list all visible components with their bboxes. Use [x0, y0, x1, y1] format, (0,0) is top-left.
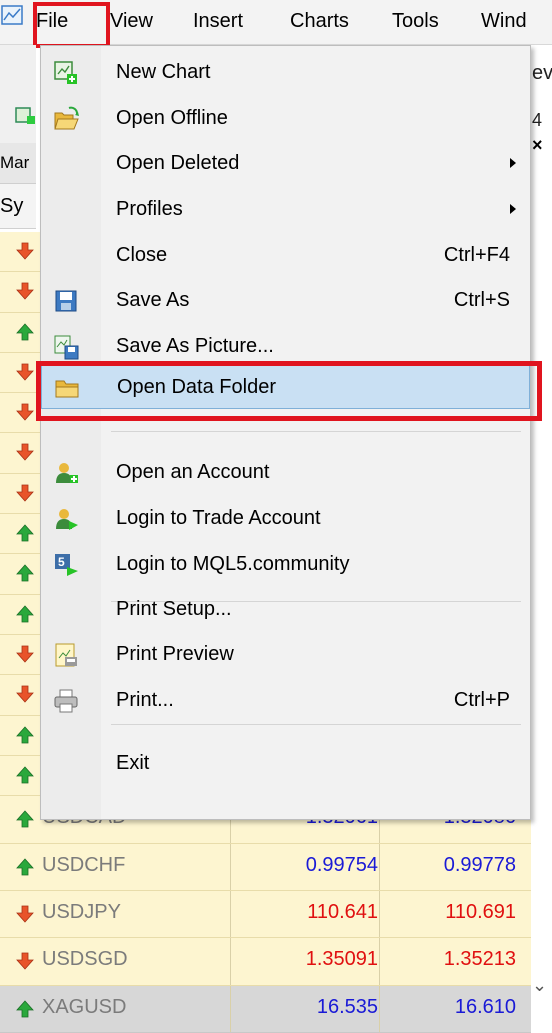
- bid-cell: 16.535: [316, 995, 378, 1018]
- arrow-up-icon: [16, 605, 34, 623]
- menu-item-label: New Chart: [116, 61, 211, 83]
- menu-item-label: Save As: [116, 289, 190, 311]
- arrow-up-icon: [16, 564, 34, 582]
- menu-wind[interactable]: Wind: [481, 8, 527, 34]
- table-row[interactable]: XAGUSD 16.535 16.610: [0, 985, 531, 1033]
- new-chart-toolbar-icon[interactable]: [14, 105, 36, 127]
- symbol-cell: USDCHF: [42, 853, 126, 876]
- table-row[interactable]: USDSGD 1.35091 1.35213: [0, 938, 531, 986]
- symbol-cell: XAGUSD: [42, 995, 127, 1018]
- menu-item-label: Save As Picture...: [116, 335, 274, 357]
- symbol-cell: USDJPY: [42, 900, 121, 923]
- user-add-icon: [56, 463, 78, 483]
- arrow-down-icon: [16, 905, 34, 923]
- bid-cell: 110.641: [307, 900, 378, 923]
- scroll-down-icon[interactable]: ⌄: [532, 975, 547, 996]
- user-login-icon: [56, 509, 78, 530]
- menu-item-open-offline[interactable]: Open Offline: [41, 96, 530, 142]
- menu-item-login-to-mql5-community[interactable]: 5 Login to MQL5.community: [41, 542, 530, 588]
- right-fragment-text: 4: [532, 110, 543, 130]
- shortcut-text: Ctrl+S: [453, 289, 510, 311]
- folder-open-icon: [54, 106, 79, 130]
- arrow-down-icon: [16, 952, 34, 970]
- arrow-up-icon: [16, 1000, 34, 1018]
- menu-item-label: Open Offline: [116, 107, 228, 129]
- menu-item-profiles[interactable]: Profiles: [41, 187, 530, 233]
- menu-item-label: Profiles: [116, 198, 183, 220]
- menu-item-label: Print Setup...: [116, 598, 232, 620]
- arrow-down-icon: [16, 403, 34, 421]
- menu-item-open-an-account[interactable]: Open an Account: [41, 450, 530, 496]
- menu-item-open-deleted[interactable]: Open Deleted: [41, 141, 530, 187]
- file-menu-highlight-box: [33, 2, 110, 48]
- shortcut-text: Ctrl+F4: [443, 244, 510, 266]
- menu-item-label: Open Deleted: [116, 152, 240, 174]
- menu-item-label: Login to MQL5.community: [116, 553, 350, 575]
- symbol-column-header[interactable]: Sy: [0, 184, 36, 229]
- arrow-down-icon: [16, 685, 34, 703]
- menu-item-print[interactable]: Print... Ctrl+P: [41, 678, 530, 724]
- menu-bar: File View Insert Charts Tools Wind: [0, 0, 552, 48]
- menu-tools[interactable]: Tools: [392, 8, 439, 34]
- menu-item-label: Close: [116, 244, 168, 266]
- arrow-up-icon: [16, 766, 34, 784]
- arrow-up-icon: [16, 857, 34, 875]
- submenu-arrow-icon: [510, 158, 516, 168]
- shortcut-text: Ctrl+P: [453, 689, 510, 711]
- ask-cell: 16.610: [454, 995, 516, 1018]
- arrow-down-icon: [16, 242, 34, 260]
- new-chart-icon: [54, 61, 77, 84]
- bid-cell: 1.35091: [305, 948, 378, 971]
- menu-separator: [111, 431, 521, 432]
- table-row[interactable]: USDJPY 110.641 110.691: [0, 890, 531, 939]
- menu-charts[interactable]: Charts: [290, 8, 349, 34]
- arrow-down-icon: [16, 444, 34, 462]
- menu-item-label: Open an Account: [116, 461, 270, 483]
- menu-separator: [111, 724, 521, 725]
- ask-cell: 1.35213: [443, 948, 516, 971]
- menu-item-close[interactable]: Close Ctrl+F4: [41, 233, 530, 279]
- arrow-down-icon: [16, 363, 34, 381]
- menu-item-new-chart[interactable]: New Chart: [41, 50, 530, 96]
- save-picture-icon: [54, 335, 79, 360]
- right-fragment-text: ev: [532, 62, 552, 84]
- toolbar-strip: [0, 45, 36, 179]
- arrow-up-icon: [16, 810, 34, 828]
- arrow-up-icon: [16, 322, 34, 340]
- table-row[interactable]: USDCHF 0.99754 0.99778: [0, 843, 531, 891]
- bid-cell: 0.99754: [305, 853, 378, 876]
- symbol-cell: USDSGD: [42, 948, 128, 971]
- menu-item-label: Login to Trade Account: [116, 507, 321, 529]
- menu-item-exit[interactable]: Exit: [41, 741, 530, 787]
- menu-item-print-preview[interactable]: Print Preview: [41, 632, 530, 678]
- arrow-up-icon: [16, 725, 34, 743]
- app-icon: [1, 5, 23, 25]
- menu-item-label: Print Preview: [116, 643, 234, 665]
- arrow-down-icon: [16, 282, 34, 300]
- menu-view[interactable]: View: [110, 8, 153, 34]
- mql5-icon: 5: [55, 554, 78, 576]
- menu-item-print-setup[interactable]: Print Setup...: [41, 587, 530, 633]
- save-icon: [55, 290, 77, 312]
- printer-icon: [54, 689, 78, 713]
- open-data-folder-highlight-box: [36, 361, 542, 421]
- ask-cell: 0.99778: [443, 853, 516, 876]
- menu-item-label: Print...: [116, 689, 174, 711]
- ask-cell: 110.691: [445, 900, 516, 923]
- right-strip: [531, 45, 552, 1005]
- file-menu-dropdown: New Chart Open Offline Open Deleted Profile…: [40, 45, 531, 820]
- market-watch-tab[interactable]: Mar: [0, 143, 36, 184]
- arrow-down-icon: [16, 484, 34, 502]
- close-icon[interactable]: ×: [532, 135, 543, 156]
- submenu-arrow-icon: [510, 204, 516, 214]
- print-preview-icon: [55, 643, 77, 667]
- menu-item-label: Exit: [116, 752, 150, 774]
- menu-item-save-as[interactable]: Save As Ctrl+S: [41, 278, 530, 324]
- svg-text:5: 5: [58, 555, 65, 569]
- arrow-down-icon: [16, 645, 34, 663]
- arrow-up-icon: [16, 524, 34, 542]
- menu-insert[interactable]: Insert: [193, 8, 243, 34]
- menu-item-login-to-trade-account[interactable]: Login to Trade Account: [41, 496, 530, 542]
